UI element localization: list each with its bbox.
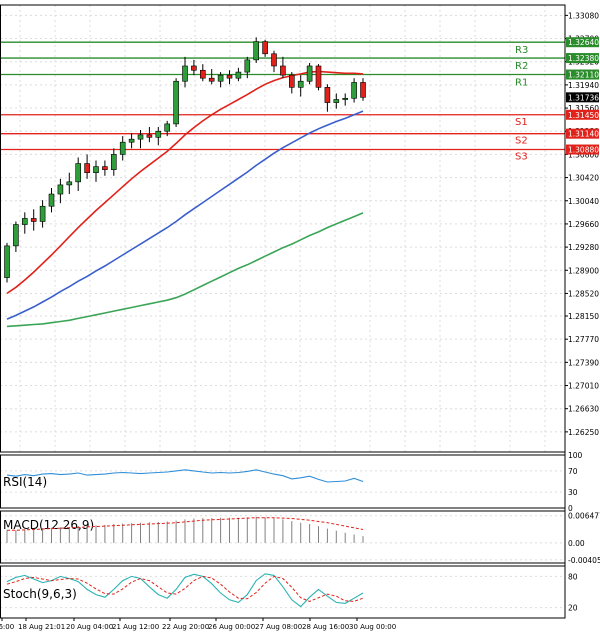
candle-body [217,74,224,82]
panel-tick-label: 70 [568,467,578,476]
level-price-label: 1.31450 [568,111,599,120]
candle-body [66,181,73,186]
panel-tick-label: -0.004058 [568,556,600,565]
price-tick-label: 1.33080 [568,11,599,20]
forex-chart: 1.330801.327001.323201.319401.315601.311… [0,0,600,635]
time-tick-label: 21 Aug 12:00 [112,623,159,631]
candle-body [111,154,117,170]
price-tick-label: 1.27010 [568,382,599,391]
candle-body [226,74,233,79]
candle-body [57,184,64,195]
candle-body [173,80,179,125]
price-tick-label: 1.27770 [568,335,599,344]
candle-body [164,123,170,132]
rsi-label: RSI(14) [3,475,47,489]
level-price-label: 1.32110 [568,71,599,80]
level-name-r2: R2 [515,61,528,72]
candle-body [306,65,313,82]
level-price-label: 1.30880 [568,146,599,155]
candle-body [137,134,144,140]
candle-body [244,59,251,73]
price-tick-label: 1.29660 [568,220,599,229]
candle-body [297,80,304,88]
candle-body [200,69,206,79]
candle-body [21,218,28,225]
panel-tick-label: 0.00 [568,539,585,548]
candle-body [39,205,46,222]
candle-body [333,99,340,103]
candle-body [146,134,153,138]
candle-body [84,163,90,174]
time-tick-label: 26 Aug 00:00 [208,623,255,631]
price-tick-label: 1.30420 [568,174,599,183]
macd-label: MACD(12,26,9) [3,518,94,532]
candle-body [119,141,126,155]
candle-body [351,82,357,99]
price-tick-label: 1.26250 [568,428,599,437]
level-name-r3: R3 [515,45,528,56]
candle-body [280,65,286,76]
panel-tick-label: 30 [568,488,578,497]
candle-body [262,41,268,55]
panel-tick-label: 20 [568,604,578,613]
candle-body [75,163,81,183]
level-name-s2: S2 [515,136,528,147]
candle-body [128,138,135,143]
candle-body [271,53,277,67]
candle-body [4,245,10,278]
price-tick-label: 1.27390 [568,358,599,367]
candle-body [48,193,55,207]
candle-body [155,130,162,138]
candle-body [191,65,197,71]
price-tick-label: 1.31940 [568,81,599,90]
candle-body [30,218,37,222]
level-price-label: 1.32640 [568,38,599,47]
candle-body [360,82,366,98]
candle-body [315,65,322,88]
chart-root: 1.330801.327001.323201.319401.315601.311… [0,0,600,635]
current-price: 1.31736 [566,92,599,103]
candle-body [93,166,99,174]
stoch-label: Stoch(9,6,3) [3,587,77,601]
level-name-s1: S1 [515,117,528,128]
price-tick-label: 1.30040 [568,197,599,206]
price-tick-label: 1.28150 [568,312,599,321]
panel-tick-label: 80 [568,572,578,581]
candle-body [288,74,295,88]
price-tick-label: 1.28900 [568,266,599,275]
panel-tick-label: 100 [568,451,583,460]
time-tick-label: 27 Aug 08:00 [255,623,302,631]
time-tick-label: 18 Aug 21:01 [18,623,65,631]
time-tick-label: 30 Aug 00:00 [349,623,396,631]
candle-body [253,41,259,61]
candle-body [324,87,331,103]
panel-tick-label: 0.006477 [568,512,600,521]
candle-body [235,71,242,79]
time-tick-label: 28 Aug 16:00 [302,623,349,631]
level-price-label: 1.32380 [568,54,599,63]
candle-body [182,65,188,82]
price-tick-label: 1.28520 [568,289,599,298]
level-price-label: 1.31140 [568,130,599,139]
level-name-r1: R1 [515,78,528,89]
candle-body [102,166,108,170]
level-name-s3: S3 [515,152,528,163]
time-tick-label: 22 Aug 20:00 [162,623,209,631]
price-tick-label: 1.29280 [568,243,599,252]
candle-body [342,98,349,100]
candle-body [208,77,215,82]
candle-body [13,224,19,247]
time-tick-label: 16:00 [0,623,14,631]
current-price-label: 1.31736 [568,93,599,102]
time-tick-label: 20 Aug 04:00 [66,623,113,631]
price-tick-label: 1.26630 [568,405,599,414]
